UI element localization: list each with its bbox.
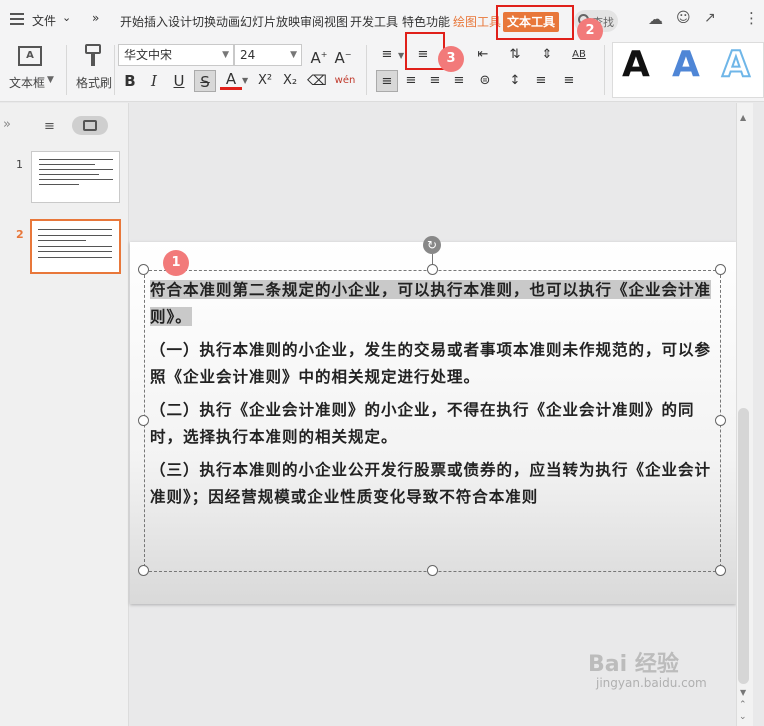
cloud-icon[interactable]: ☁ [648, 10, 663, 28]
menu-bar: 文件 ⌄ » 开始 插入 设计 切换 动画 幻灯片放映 审阅 视图 开发工具 特… [0, 0, 764, 44]
column-spacing-icon[interactable]: ≡ [558, 70, 580, 92]
tab-insert[interactable]: 插入 [144, 13, 168, 30]
distributed-align-icon[interactable]: ⊜ [474, 70, 496, 92]
superscript-button[interactable]: X² [254, 70, 276, 92]
slide-thumbnail-1[interactable] [31, 151, 120, 203]
resize-handle-bottom-left[interactable] [138, 565, 149, 576]
align-text-icon[interactable]: ⇕ [536, 44, 558, 66]
slide-number-2: 2 [16, 228, 24, 241]
tab-home[interactable]: 开始 [120, 13, 144, 30]
align-left-icon[interactable]: ≡ [376, 70, 398, 92]
outline-view-icon[interactable]: ≡ [44, 119, 55, 134]
share-icon[interactable]: ↗ [704, 10, 716, 26]
resize-handle-bottom-right[interactable] [715, 565, 726, 576]
tab-drawing-tools[interactable]: 绘图工具 [453, 13, 501, 30]
font-size-value: 24 [240, 48, 256, 62]
slide-text-body[interactable]: 符合本准则第二条规定的小企业，可以执行本准则，也可以执行《企业会计准则》。 （一… [150, 276, 712, 510]
text-style-outline[interactable]: A [721, 43, 751, 86]
rotate-handle-icon[interactable]: ↻ [423, 236, 441, 254]
scrollbar-thumb[interactable] [738, 408, 749, 684]
paragraph-1-selected: 符合本准则第二条规定的小企业，可以执行本准则，也可以执行《企业会计准则》。 [150, 276, 712, 330]
tab-animation[interactable]: 动画 [216, 13, 240, 30]
divider [66, 45, 67, 95]
divider [604, 45, 605, 95]
paragraph-spacing-icon[interactable]: ≡ [530, 70, 552, 92]
add-user-icon[interactable]: ☺ [676, 10, 691, 26]
slide-view-icon [83, 120, 97, 131]
collapse-pane-icon[interactable]: » [3, 117, 11, 132]
font-name-select[interactable]: 华文中宋 ▼ [118, 44, 234, 66]
font-name-value: 华文中宋 [124, 48, 173, 62]
align-right-icon[interactable]: ≡ [424, 70, 446, 92]
tab-transition[interactable]: 切换 [192, 13, 216, 30]
tab-design[interactable]: 设计 [168, 13, 192, 30]
resize-handle-top-right[interactable] [715, 264, 726, 275]
justify-icon[interactable]: ≡ [448, 70, 470, 92]
eraser-icon[interactable]: ⌫ [306, 70, 328, 92]
chevron-down-icon[interactable]: ▼ [47, 75, 54, 85]
paragraph-3: （二）执行《企业会计准则》的小企业，不得在执行《企业会计准则》的同时，选择执行本… [150, 400, 695, 446]
underline-button[interactable]: U [168, 70, 190, 92]
more-options-icon[interactable]: ⋮ [744, 9, 759, 27]
paragraph-4: （三）执行本准则的小企业公开发行股票或债券的，应当转为执行《企业会计准则》；因经… [150, 460, 712, 506]
more-tabs-icon[interactable]: » [92, 11, 99, 25]
format-painter-icon[interactable] [85, 44, 101, 66]
phonetic-guide-button[interactable]: wén [332, 70, 358, 92]
divider [114, 45, 115, 95]
slide-thumbnail-pane: » ≡ 1 2 [0, 103, 129, 726]
selected-text: 符合本准则第二条规定的小企业，可以执行本准则，也可以执行《企业会计准则》。 [150, 280, 712, 326]
smart-art-icon[interactable]: AB [568, 44, 590, 66]
chevron-down-icon: ▼ [290, 50, 297, 60]
tab-slideshow[interactable]: 幻灯片放映 [240, 13, 300, 30]
prev-slide-icon[interactable]: ⌃ [739, 700, 747, 710]
callout-badge-1: 1 [163, 250, 189, 276]
tab-review[interactable]: 审阅 [300, 13, 324, 30]
hamburger-menu-icon[interactable] [10, 13, 24, 25]
watermark-url: jingyan.baidu.com [596, 676, 707, 690]
textbox-button-label[interactable]: 文本框 [9, 74, 45, 91]
next-slide-icon[interactable]: ⌄ [739, 712, 747, 722]
ribbon-toolbar: A 文本框 ▼ 格式刷 华文中宋 ▼ 24 ▼ A+ A− B I U S A … [0, 32, 764, 102]
italic-button[interactable]: I [143, 70, 165, 92]
chevron-down-icon: ▼ [222, 50, 229, 60]
text-direction-icon[interactable]: ⇅ [504, 44, 526, 66]
scroll-down-icon[interactable]: ▼ [740, 688, 746, 697]
chevron-down-icon[interactable]: ⌄ [62, 11, 71, 24]
increase-font-size-icon[interactable]: A+ [308, 44, 330, 67]
slide-number-1: 1 [16, 158, 23, 171]
watermark-logo: Bai 经验 [588, 652, 679, 677]
resize-handle-right[interactable] [715, 415, 726, 426]
tab-developer[interactable]: 开发工具 [350, 13, 398, 30]
align-center-icon[interactable]: ≡ [400, 70, 422, 92]
text-style-black[interactable]: A [622, 44, 650, 85]
scroll-up-icon[interactable]: ▲ [740, 113, 746, 122]
callout-badge-3: 3 [438, 46, 464, 72]
decrease-indent-icon[interactable]: ⇤ [472, 44, 494, 66]
resize-handle-left[interactable] [138, 415, 149, 426]
resize-handle-bottom[interactable] [427, 565, 438, 576]
callout-box-text-tools [496, 5, 574, 40]
text-style-blue[interactable]: A [672, 44, 700, 85]
slide-view-toggle[interactable] [72, 116, 108, 135]
decrease-font-size-icon[interactable]: A− [332, 44, 354, 67]
slide-thumbnail-2-selected[interactable] [30, 219, 121, 274]
font-size-select[interactable]: 24 ▼ [234, 44, 302, 66]
line-spacing-icon[interactable]: ↕ [504, 70, 526, 92]
paragraph-2: （一）执行本准则的小企业，发生的交易或者事项本准则未作规范的，可以参照《企业会计… [150, 340, 712, 386]
strikethrough-button[interactable]: S [194, 70, 216, 92]
resize-handle-top-left[interactable] [138, 264, 149, 275]
tab-view[interactable]: 视图 [324, 13, 348, 30]
tab-features[interactable]: 特色功能 [402, 13, 450, 30]
divider [366, 45, 367, 95]
bullet-list-icon[interactable]: ≡ [376, 44, 398, 66]
format-painter-label[interactable]: 格式刷 [76, 74, 112, 91]
chevron-down-icon[interactable]: ▼ [398, 51, 404, 60]
file-menu[interactable]: 文件 [32, 12, 56, 29]
chevron-down-icon[interactable]: ▼ [242, 76, 248, 85]
textbox-icon[interactable]: A [18, 46, 42, 66]
subscript-button[interactable]: X₂ [279, 70, 301, 92]
bold-button[interactable]: B [119, 70, 141, 92]
resize-handle-top[interactable] [427, 264, 438, 275]
font-color-button[interactable]: A [220, 69, 242, 90]
